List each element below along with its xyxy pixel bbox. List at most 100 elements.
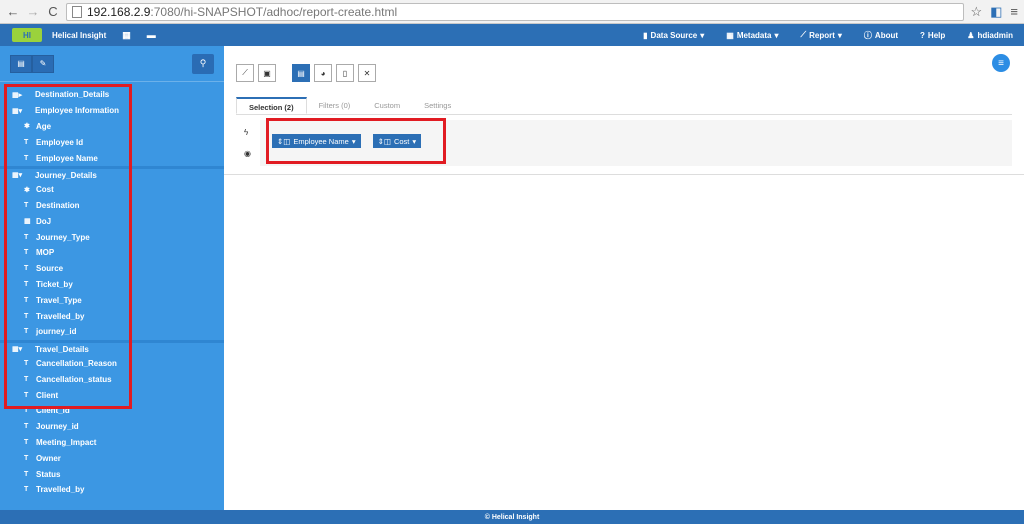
tree-field[interactable]: T Destination [0,198,224,214]
bolt-icon[interactable]: ϟ [244,128,251,137]
tree-field[interactable]: T Client_id [0,403,224,419]
tree-field[interactable]: T Source [0,261,224,277]
tree-field[interactable]: T Cancellation_status [0,371,224,387]
tree-field[interactable]: T Owner [0,450,224,466]
menu-report[interactable]: ⟋ Report ▾ [790,24,853,46]
top-menu: ▮ Data Source ▾ ▦ Metadata ▾ ⟋ Report ▾ ⓘ About? He… [632,24,1024,46]
document-icon[interactable]: ▯ [336,64,354,82]
tree-label: Status [36,469,61,479]
bookmark-star-icon[interactable]: ☆ [970,4,982,20]
forward-icon[interactable]: → [26,4,40,19]
table-view-icon[interactable]: ▤ [292,64,310,82]
tree-field[interactable]: T Travelled_by [0,482,224,498]
reload-icon[interactable]: C [46,4,60,19]
menu-hdiadmin[interactable]: ♟ hdiadmin [956,24,1024,46]
field-chip[interactable]: ⇕◫ Cost ▾ [372,134,422,148]
tree-label: Client_id [36,406,70,416]
tree-field[interactable]: T Travel_Type [0,292,224,308]
chip-label: Employee Name [293,136,349,146]
grid-icon[interactable]: ▦ [122,30,131,41]
menu-about[interactable]: ⓘ About [853,24,909,46]
sidebar-toolbar: ▤ ✎ ⚲ [0,46,224,82]
menu-label: About [874,30,899,40]
helical-logo[interactable]: HI [12,28,42,42]
menu-label: hdiadmin [977,30,1013,40]
tree-folder[interactable]: ▦▾ Travel_Details [0,339,224,356]
tree-folder[interactable]: ▦▾ Employee Information [0,103,224,119]
eye-icon[interactable]: ◉ [244,149,251,158]
caret-down-icon: ▾ [774,30,779,40]
caret-down-icon: ▾ [837,30,842,40]
selected-fields: ⇕◫ Employee Name ▾ ⇕◫ Cost ▾ [272,134,422,148]
asterisk-icon: ✱ [24,123,30,131]
tree-folder[interactable]: ▦▾ Journey_Details [0,165,224,182]
tree-field[interactable]: ✱ Age [0,119,224,135]
extension-icon[interactable]: ◧ [990,4,1002,20]
tree-field[interactable]: T Employee Name [0,150,224,166]
address-bar[interactable]: 192.168.2.9:7080/hi-SNAPSHOT/adhoc/repor… [66,2,965,21]
logo-text: HI [23,30,31,40]
tree-field[interactable]: T Journey_Type [0,229,224,245]
caret-down-icon: ▾ [351,136,356,146]
tree-field[interactable]: T Client [0,387,224,403]
tab-custom[interactable]: Custom [362,97,412,114]
tab-settings[interactable]: Settings [412,97,463,114]
tree-label: Destination [36,200,80,210]
calendar-icon: ▦ [24,218,31,226]
tree-label: Age [36,121,52,131]
menu-data-source[interactable]: ▮ Data Source ▾ [632,24,715,46]
folder-icon[interactable]: ▬ [147,30,156,40]
url-path: :7080/hi-SNAPSHOT/adhoc/report-create.ht… [150,4,398,19]
menu-metadata[interactable]: ▦ Metadata ▾ [715,24,789,46]
tree-field[interactable]: ✱ Cost [0,182,224,198]
expand-icon[interactable]: ✕ [358,64,376,82]
options-menu-icon[interactable]: ≡ [992,54,1010,72]
chip-label: Cost [393,136,410,146]
search-icon[interactable]: ⚲ [192,53,214,74]
tree-label: Meeting_Impact [36,437,97,447]
tree-label: Cost [36,185,54,195]
menu-label: Metadata [736,30,772,40]
pie-chart-icon[interactable]: ◕ [314,64,332,82]
menu-label: Data Source [650,30,698,40]
back-icon[interactable]: ← [6,4,20,19]
tree-label: Travelled_by [36,485,85,495]
edit-icon[interactable]: ✎ [32,54,54,73]
text-icon: T [24,233,29,241]
tree-label: Travel_Type [36,295,82,305]
tree-label: Ticket_by [36,279,73,289]
question-icon: ? [920,30,925,40]
tree-field[interactable]: Tjourney_id [0,324,224,340]
app-footer: © Helical Insight [0,510,1024,524]
tree-field[interactable]: T Journey_id [0,419,224,435]
tree-label: MOP [36,248,55,258]
tree-field[interactable]: T Travelled_by [0,308,224,324]
browser-menu-icon[interactable]: ≡ [1010,4,1018,19]
chart-icon[interactable]: ⟋ [236,64,254,82]
text-icon: T [24,423,29,431]
text-icon: T [24,359,29,367]
text-icon: T [24,296,29,304]
list-view-icon[interactable]: ▤ [10,54,32,73]
text-icon: T [24,312,29,320]
tree-folder[interactable]: ▦▸ Destination_Details [0,87,224,103]
tree-label: Owner [36,453,61,463]
tab-selection[interactable]: Selection (2) [236,97,307,114]
asterisk-icon: ✱ [24,186,30,194]
tree-field[interactable]: T MOP [0,245,224,261]
tab-filters[interactable]: Filters (0) [307,97,363,114]
text-icon: T [24,470,29,478]
tree-field[interactable]: T Cancellation_Reason [0,356,224,372]
image-icon[interactable]: ▣ [258,64,276,82]
tree-field[interactable]: T Ticket_by [0,277,224,293]
menu-help[interactable]: ? Help [909,24,956,46]
text-icon: T [24,249,29,257]
caret-down-icon: ▾ [412,136,417,146]
tree-field[interactable]: T Employee Id [0,134,224,150]
tree-field[interactable]: T Status [0,466,224,482]
app-brand[interactable]: Helical Insight [52,31,106,40]
tree-field[interactable]: T Meeting_Impact [0,435,224,451]
table-icon: ▦ [726,30,734,40]
field-chip[interactable]: ⇕◫ Employee Name ▾ [272,134,361,148]
tree-field[interactable]: ▦ DoJ [0,213,224,229]
